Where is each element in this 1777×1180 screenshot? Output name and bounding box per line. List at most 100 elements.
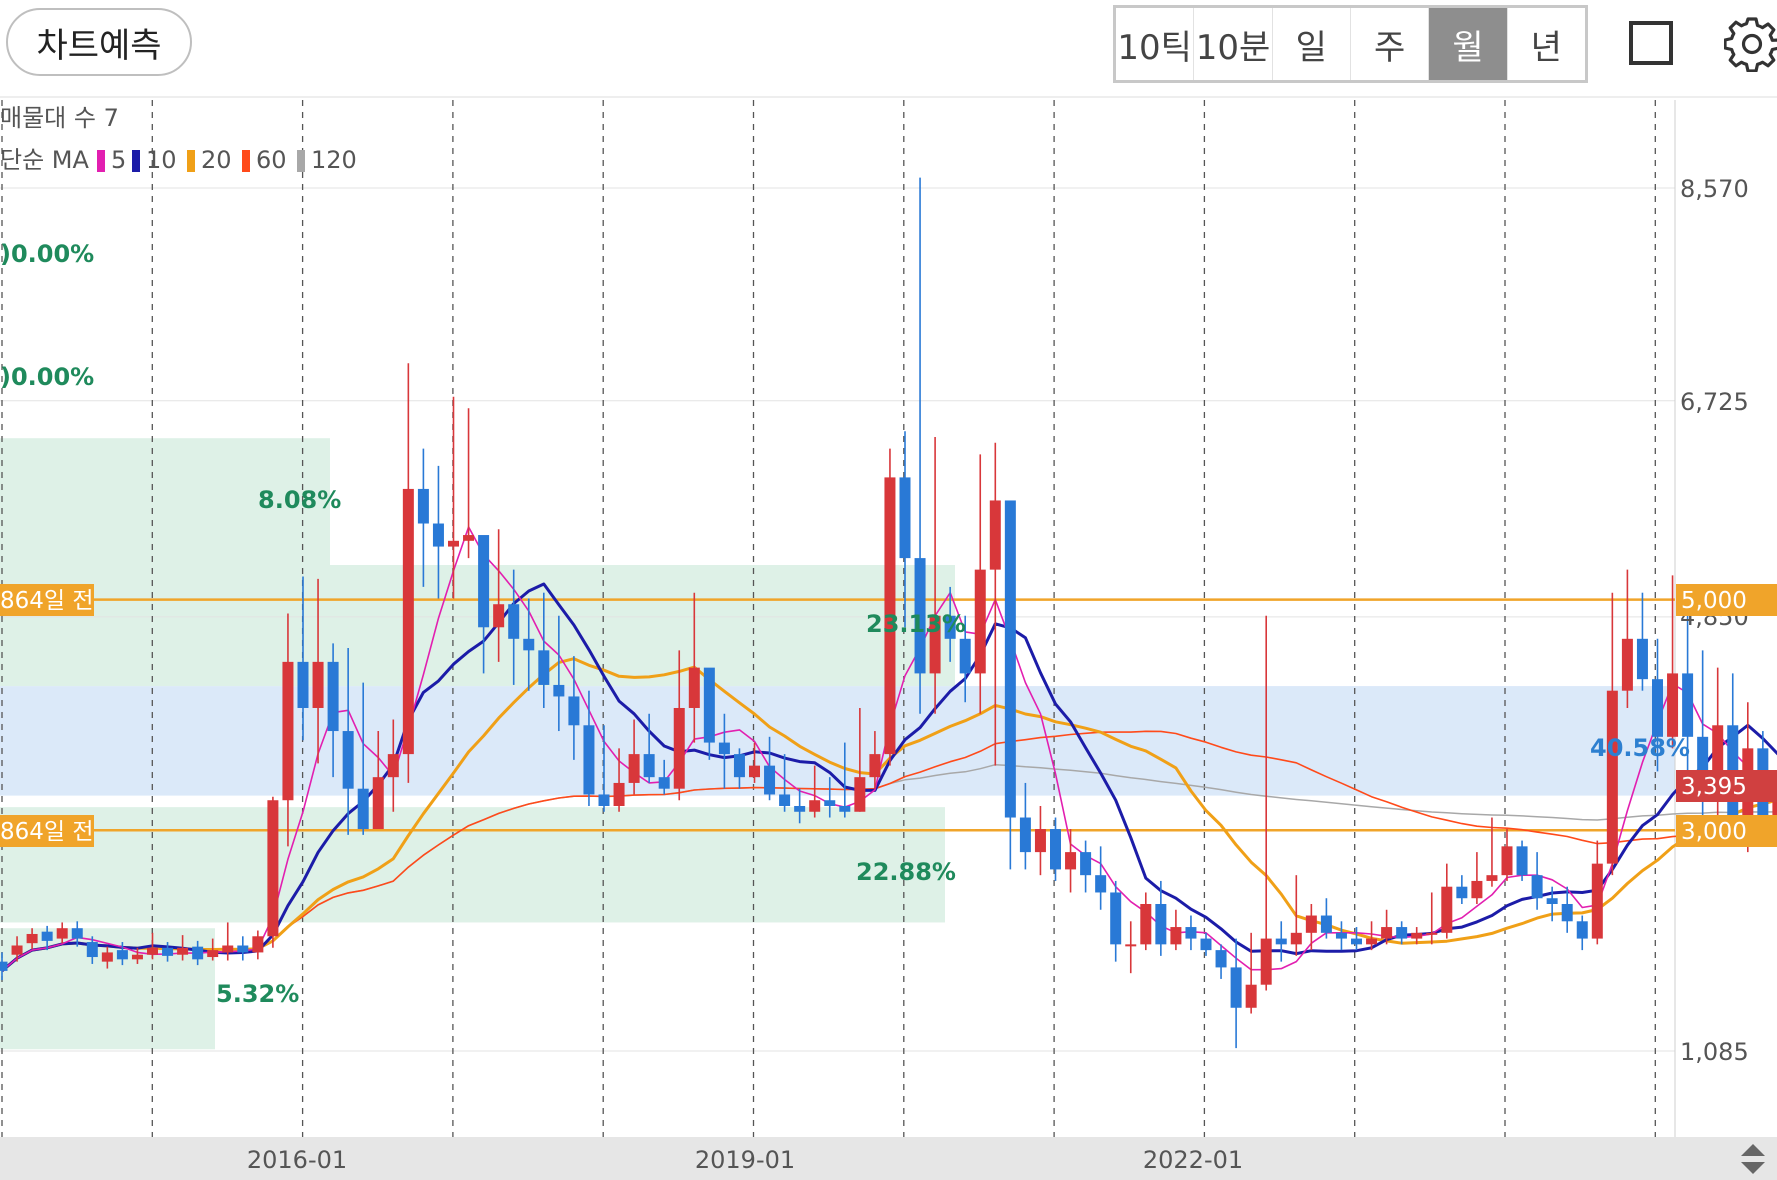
candle-body: [1004, 500, 1016, 818]
candle-body: [673, 707, 685, 789]
candle-body: [1576, 921, 1588, 939]
candle-body: [1351, 938, 1362, 945]
level-tag-right-upper-text: 5,000: [1681, 588, 1747, 614]
candle-body: [989, 500, 1001, 570]
candle-body: [974, 569, 986, 674]
candle: [1351, 927, 1362, 951]
ma-legend-prefix: 단순 MA: [0, 146, 89, 174]
candle-body: [41, 931, 53, 941]
candle: [1591, 840, 1603, 945]
candle-body: [1335, 932, 1347, 939]
candle-body: [147, 947, 158, 955]
x-tick-label: 2019-01: [695, 1146, 795, 1174]
candle-body: [1501, 846, 1513, 876]
candle: [1185, 915, 1197, 951]
candle: [884, 448, 896, 766]
candle: [1576, 915, 1588, 951]
ma20-swatch: [187, 150, 195, 172]
candle-body: [824, 800, 836, 806]
candle-body: [899, 477, 911, 559]
candle-body: [1110, 892, 1122, 945]
candle-body: [1426, 932, 1438, 935]
candle-body: [1125, 944, 1137, 947]
candle-body: [568, 696, 580, 726]
candle-body: [282, 661, 294, 801]
candle: [463, 408, 475, 559]
candle: [974, 454, 986, 714]
candle: [1004, 500, 1016, 870]
ma120-swatch: [297, 150, 305, 172]
candle-body: [1034, 829, 1046, 853]
candle-body: [131, 954, 143, 960]
volume-profile-zones: [0, 438, 1675, 1050]
candle: [1516, 840, 1528, 881]
zone-percent-label: 5.32%: [216, 980, 299, 1008]
candle-body: [342, 731, 354, 789]
candle-body: [56, 928, 68, 939]
candle-body: [1275, 938, 1287, 945]
candle: [1019, 782, 1031, 870]
zone-percent-label: 22.88%: [856, 858, 956, 886]
candle-body: [402, 488, 414, 755]
candle-body: [508, 604, 520, 639]
x-tick-label: 2022-01: [1143, 1146, 1243, 1174]
candle: [1621, 569, 1633, 708]
candle-body: [101, 952, 113, 962]
candle-body: [1080, 852, 1092, 876]
level-tag-left-lower-text: 864일 전: [0, 819, 94, 845]
candle-body: [1185, 927, 1197, 939]
candle-body: [1065, 852, 1077, 870]
candle: [1396, 921, 1408, 945]
candle: [1110, 880, 1122, 962]
candle-body: [417, 488, 429, 524]
candle-body: [372, 777, 384, 830]
candle-body: [1591, 863, 1603, 939]
zone-percent-label: 23.13%: [866, 610, 966, 638]
candle-body: [1290, 932, 1302, 945]
candle-body: [1441, 886, 1453, 933]
candle-body: [478, 535, 490, 628]
candle-body: [1606, 690, 1618, 864]
candle-body: [1245, 984, 1257, 1008]
candle-body: [357, 788, 369, 830]
volume-zone: [0, 565, 955, 687]
candle-body: [1652, 679, 1663, 737]
candle-body: [192, 946, 204, 960]
candle-body: [1531, 875, 1543, 899]
candle-body: [1546, 898, 1558, 904]
price-chart[interactable]: 매물대 수 7 단순 MA 5 10 20 60 120 2016-01 201…: [0, 0, 1777, 1180]
candle: [1260, 615, 1272, 991]
candle: [1080, 840, 1092, 893]
candle-body: [162, 947, 174, 956]
candle-body: [252, 936, 264, 953]
candle: [1456, 875, 1468, 904]
candle-body: [1215, 950, 1227, 968]
candle-body: [237, 945, 249, 953]
candle-body: [779, 794, 791, 806]
candle-body: [1667, 673, 1679, 737]
candle: [402, 363, 414, 783]
candle-body: [0, 961, 8, 971]
candle-body: [1396, 927, 1408, 939]
zone-percent-label: )0.00%: [0, 363, 94, 391]
candle: [1125, 921, 1137, 974]
ma120-legend-label: 120: [311, 146, 357, 174]
candle-body: [116, 950, 128, 960]
candle-body: [207, 950, 219, 958]
candle-body: [583, 725, 595, 795]
candle: [1335, 921, 1347, 951]
x-tick-label: 2016-01: [247, 1146, 347, 1174]
candle: [1050, 817, 1061, 881]
candle-body: [869, 754, 881, 778]
candle-body: [1411, 932, 1423, 939]
ma10-swatch: [132, 150, 140, 172]
candle-body: [658, 777, 670, 789]
candle-body: [794, 805, 806, 812]
level-tag-right-lower-text: 3,000: [1681, 819, 1747, 845]
y-tick-label: 8,570: [1680, 175, 1749, 203]
candle: [237, 936, 249, 961]
candle-body: [628, 754, 640, 783]
candle-body: [432, 523, 444, 547]
candle: [1034, 805, 1046, 876]
candle-body: [1230, 967, 1242, 1008]
